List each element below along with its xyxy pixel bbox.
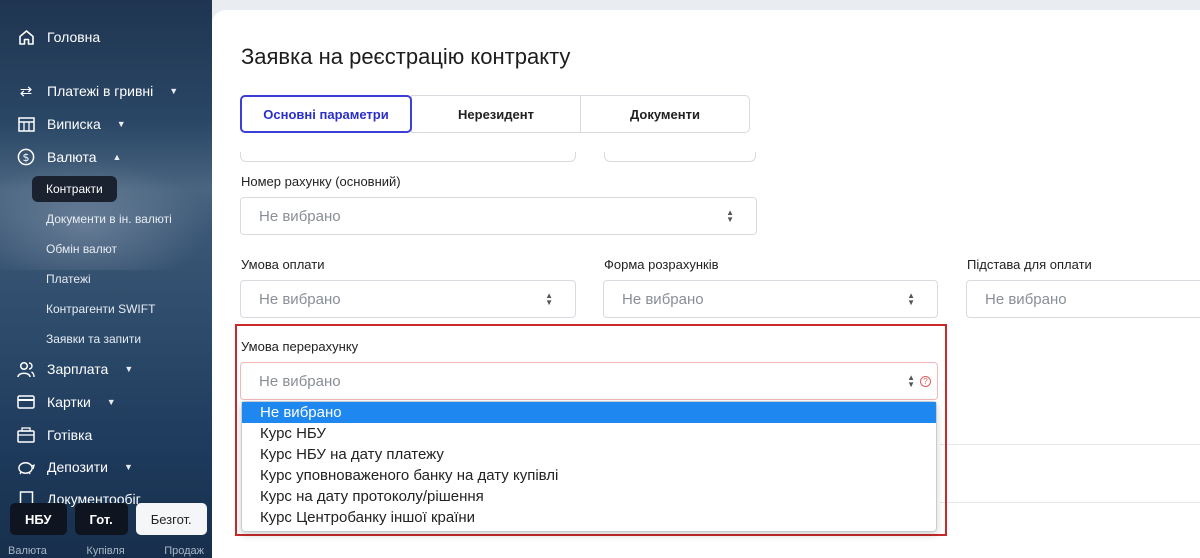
recalc-select-value: Не вибрано <box>259 372 341 390</box>
fx-noncash-button[interactable]: Безгот. <box>135 503 207 535</box>
sidebar-item-contracts[interactable]: Контракти <box>32 176 117 202</box>
recalc-label: Умова перерахунку <box>241 339 359 354</box>
nav-currency-label: Валюта <box>47 149 97 165</box>
tab-nonresident[interactable]: Нерезидент <box>411 95 581 133</box>
nav-home[interactable]: Головна <box>17 28 100 46</box>
account-select-value: Не вибрано <box>259 207 341 225</box>
nav-statement-label: Виписка <box>47 116 101 132</box>
piggy-bank-icon <box>17 458 35 476</box>
dollar-circle-icon: $ <box>17 148 35 166</box>
divider <box>940 444 1200 445</box>
page-title: Заявка на реєстрацію контракту <box>241 44 571 69</box>
sidebar-item-swift[interactable]: Контрагенти SWIFT <box>32 296 169 322</box>
fx-col-currency: Валюта <box>8 545 47 557</box>
sidebar-item-requests[interactable]: Заявки та запити <box>32 326 155 352</box>
recalc-dropdown: Не вибрано Курс НБУ Курс НБУ на дату пла… <box>241 401 937 532</box>
payment-basis-label: Підстава для оплати <box>967 257 1092 272</box>
divider <box>940 502 1200 503</box>
nav-salary-label: Зарплата <box>47 361 109 377</box>
home-icon <box>17 28 35 46</box>
svg-text:$: $ <box>23 151 30 164</box>
statement-icon <box>17 115 35 133</box>
nav-cash[interactable]: Готівка <box>17 426 92 444</box>
field-stub <box>240 152 576 162</box>
account-label: Номер рахунку (основний) <box>241 174 401 189</box>
payment-terms-label: Умова оплати <box>241 257 325 272</box>
recalc-option[interactable]: Курс уповноваженого банку на дату купівл… <box>242 465 936 486</box>
recalc-option[interactable]: Курс НБУ на дату платежу <box>242 444 936 465</box>
recalc-select[interactable]: Не вибрано ▲ ▼ ? <box>240 362 938 400</box>
users-icon <box>17 360 35 378</box>
fx-table-header: Валюта Купівля Продаж <box>8 545 204 557</box>
sidebar-item-payments[interactable]: Платежі <box>32 266 105 292</box>
settlement-form-value: Не вибрано <box>622 290 704 308</box>
nav-cards-label: Картки <box>47 394 91 410</box>
select-arrows-icon: ▲ ▼ <box>545 291 553 307</box>
sidebar-item-exchange[interactable]: Обмін валют <box>32 236 131 262</box>
nav-home-label: Головна <box>47 29 101 45</box>
recalc-option[interactable]: Не вибрано <box>242 402 936 423</box>
nav-cash-label: Готівка <box>47 427 93 443</box>
payment-terms-select[interactable]: Не вибрано ▲ ▼ <box>240 280 576 318</box>
account-select[interactable]: Не вибрано ▲ ▼ <box>240 197 757 235</box>
cash-register-icon <box>17 426 35 444</box>
fx-nbu-button[interactable]: НБУ <box>10 503 67 535</box>
sidebar-item-foreign-docs[interactable]: Документи в ін. валюті <box>32 206 186 232</box>
caret-down-icon: ▼ <box>124 364 134 374</box>
nav-salary[interactable]: Зарплата ▼ <box>17 360 133 378</box>
tab-documents[interactable]: Документи <box>580 95 750 133</box>
fx-col-sell: Продаж <box>164 545 204 557</box>
nav-cards[interactable]: Картки ▼ <box>17 393 116 411</box>
settlement-form-select[interactable]: Не вибрано ▲ ▼ <box>603 280 938 318</box>
transfer-arrows-icon: ⇄ <box>19 83 33 100</box>
payment-basis-value: Не вибрано <box>985 290 1067 308</box>
fx-col-buy: Купівля <box>86 545 125 557</box>
fx-cash-button[interactable]: Гот. <box>74 503 128 535</box>
field-stub <box>604 152 756 162</box>
tabs: Основні параметри Нерезидент Документи <box>240 95 750 133</box>
caret-down-icon: ▼ <box>123 462 133 472</box>
nav-deposits[interactable]: Депозити ▼ <box>17 458 133 476</box>
nav-statement[interactable]: Виписка ▼ <box>17 115 126 133</box>
caret-up-icon: ▲ <box>112 152 122 162</box>
nav-deposits-label: Депозити <box>47 459 108 475</box>
nav-payments-uah-label: Платежі в гривні <box>47 83 154 99</box>
select-arrows-icon: ▲ ▼ <box>907 291 915 307</box>
fx-rate-buttons: НБУ Гот. Безгот. <box>10 503 207 535</box>
payment-terms-value: Не вибрано <box>259 290 341 308</box>
select-arrows-icon: ▲ ▼ <box>726 208 734 224</box>
nav-payments-uah[interactable]: ⇄ Платежі в гривні ▼ <box>17 82 179 100</box>
error-question-icon: ? <box>920 376 931 387</box>
sidebar: Головна ⇄ Платежі в гривні ▼ Виписка ▼ $… <box>0 0 212 558</box>
recalc-option[interactable]: Курс на дату протоколу/рішення <box>242 486 936 507</box>
select-arrows-icon: ▲ ▼ <box>907 373 915 389</box>
caret-down-icon: ▼ <box>169 86 179 96</box>
payment-basis-select[interactable]: Не вибрано <box>966 280 1200 318</box>
caret-down-icon: ▼ <box>106 397 116 407</box>
tab-main-params[interactable]: Основні параметри <box>240 95 412 133</box>
nav-currency[interactable]: $ Валюта ▲ <box>17 148 121 166</box>
card-icon <box>17 393 35 411</box>
caret-down-icon: ▼ <box>116 119 126 129</box>
recalc-option[interactable]: Курс Центробанку іншої країни <box>242 507 936 528</box>
recalc-option[interactable]: Курс НБУ <box>242 423 936 444</box>
settlement-form-label: Форма розрахунків <box>604 257 719 272</box>
